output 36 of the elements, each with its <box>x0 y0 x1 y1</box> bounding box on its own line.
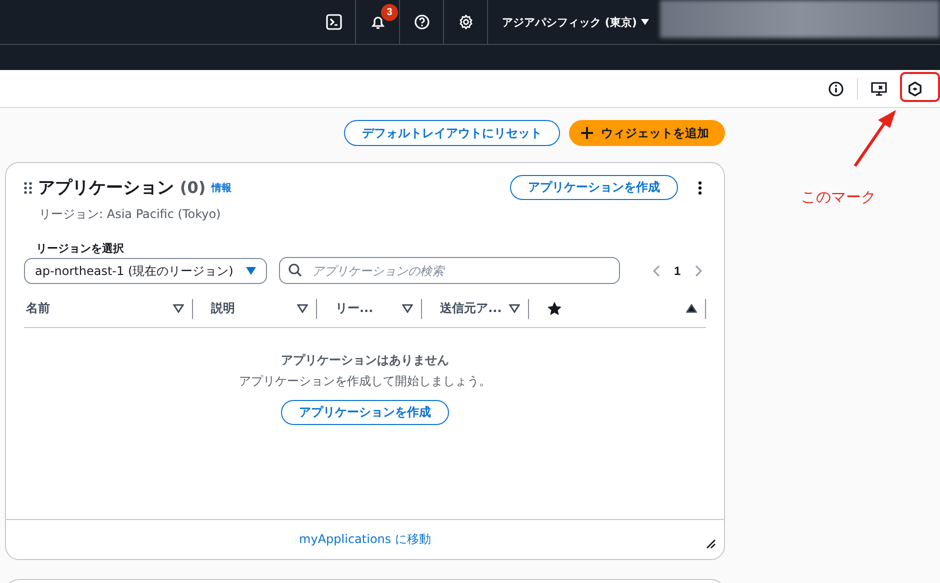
reset-layout-button[interactable]: デフォルトレイアウトにリセット <box>344 120 560 146</box>
column-header: 説明 <box>211 300 236 317</box>
my-applications-link[interactable]: myApplications に移動 <box>299 531 431 548</box>
empty-state-message: アプリケーションを作成して開始しましょう。 <box>239 373 491 390</box>
sort-icon[interactable] <box>686 304 697 313</box>
widget-title: アプリケーション (0) <box>38 177 206 199</box>
column-header: リー... <box>335 300 374 317</box>
page-number[interactable]: 1 <box>674 264 681 278</box>
sort-icon[interactable] <box>297 304 308 313</box>
notification-badge: 3 <box>381 4 398 20</box>
empty-state-title: アプリケーションはありません <box>281 352 449 369</box>
more-options-icon[interactable] <box>698 180 702 194</box>
search-field[interactable]: アプリケーションの検索 <box>279 257 620 284</box>
sort-icon[interactable] <box>508 304 520 313</box>
resize-handle-icon[interactable] <box>706 539 716 549</box>
info-link[interactable]: 情報 <box>212 180 232 194</box>
region-select[interactable]: ap-northeast-1 (現在のリージョン) <box>24 258 267 284</box>
region-subtitle: リージョン: Asia Pacific (Tokyo) <box>39 206 222 223</box>
plus-icon <box>581 127 593 139</box>
create-application-button[interactable]: アプリケーションを作成 <box>281 400 449 425</box>
annotation-text: このマーク <box>801 188 876 207</box>
region-menu[interactable]: アジアパシフィック (東京) <box>488 0 659 44</box>
caret-icon <box>640 19 649 25</box>
sort-icon[interactable] <box>173 304 184 313</box>
sort-icon[interactable] <box>402 304 414 313</box>
add-widget-button[interactable]: ウィジェットを追加 <box>569 120 725 146</box>
create-application-button[interactable]: アプリケーションを作成 <box>510 175 678 200</box>
bell-icon[interactable] <box>370 14 386 30</box>
column-header: 名前 <box>26 300 50 317</box>
highlight-frame <box>900 72 940 102</box>
caret-icon <box>246 267 256 275</box>
search-icon <box>288 263 302 277</box>
drag-handle-icon[interactable] <box>24 182 32 194</box>
region-select-label: リージョンを選択 <box>36 241 125 256</box>
star-icon <box>546 301 562 316</box>
column-header: 送信元ア... <box>440 300 502 317</box>
